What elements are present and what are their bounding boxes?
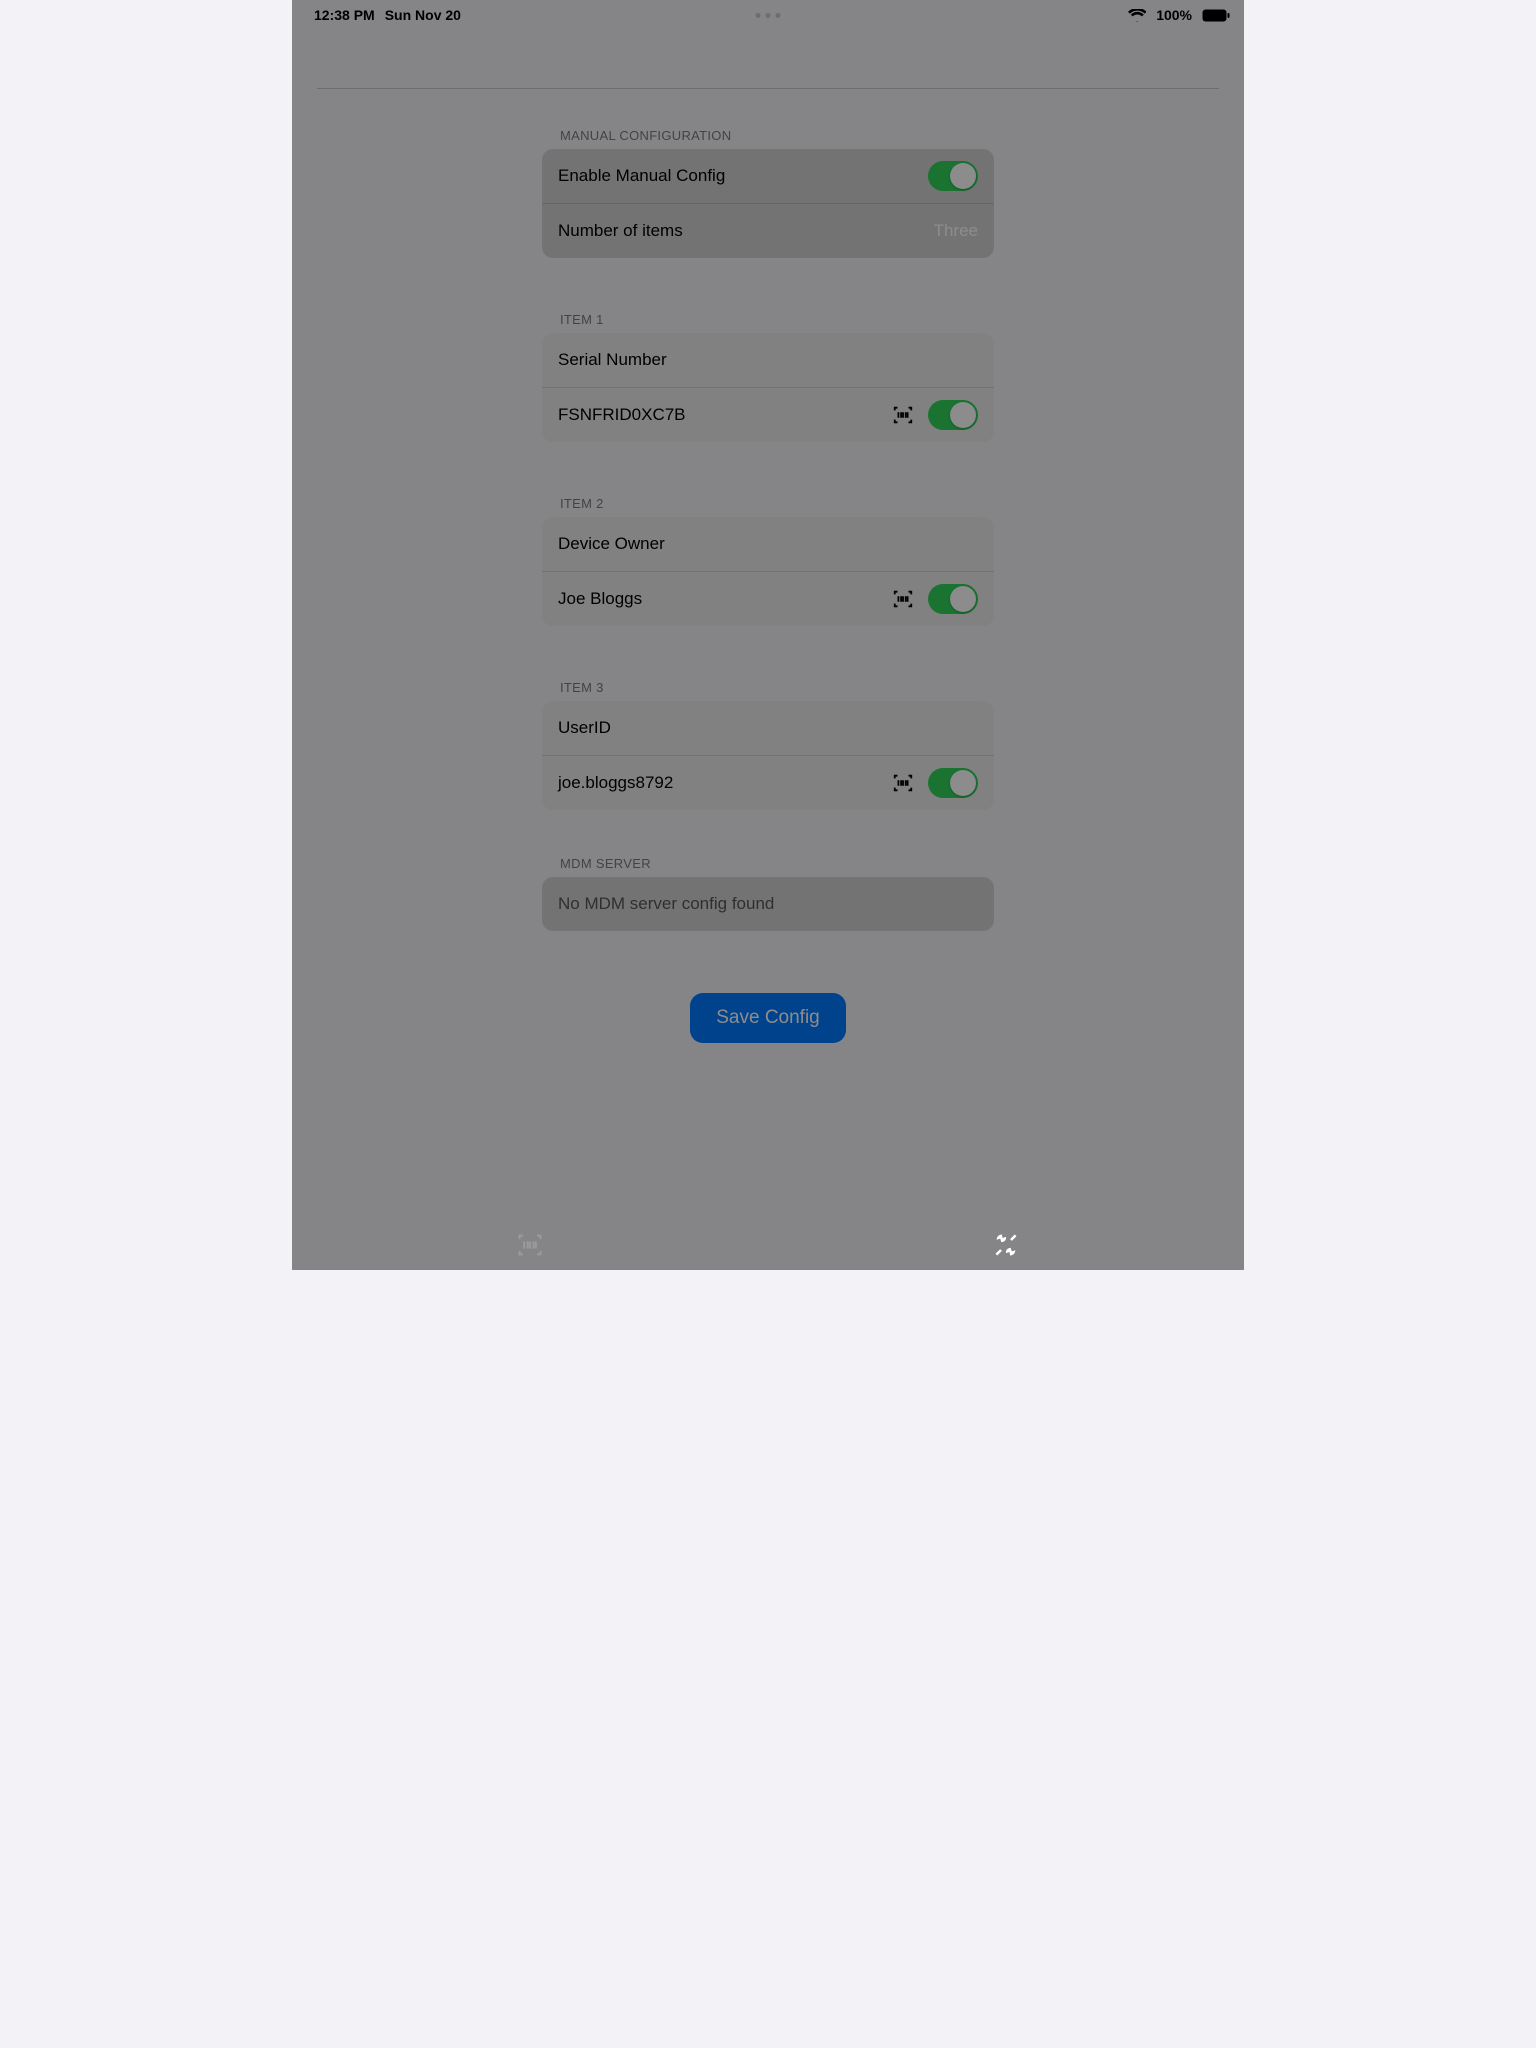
- enable-manual-label: Enable Manual Config: [558, 166, 725, 186]
- scan-barcode-icon[interactable]: [892, 772, 914, 794]
- section-mdm: MDM SERVER No MDM server config found: [542, 850, 994, 931]
- tab-scan[interactable]: [292, 1220, 768, 1270]
- tab-settings[interactable]: [768, 1220, 1244, 1270]
- item1-toggle[interactable]: [928, 400, 978, 430]
- row-item1-title[interactable]: Serial Number: [542, 333, 994, 387]
- section-header-mdm: MDM SERVER: [542, 850, 994, 877]
- status-bar: 12:38 PM Sun Nov 20 100%: [292, 0, 1244, 26]
- tab-bar: [292, 1220, 1244, 1270]
- battery-icon: [1202, 9, 1230, 22]
- section-manual-config: MANUAL CONFIGURATION Enable Manual Confi…: [542, 122, 994, 258]
- section-item-3: ITEM 3 UserID joe.bloggs8792: [542, 674, 994, 810]
- row-item1-value[interactable]: FSNFRID0XC7B: [542, 387, 994, 442]
- item3-value: joe.bloggs8792: [558, 773, 673, 793]
- items-count-value: Three: [934, 221, 978, 241]
- row-enable-manual[interactable]: Enable Manual Config: [542, 149, 994, 203]
- item2-value: Joe Bloggs: [558, 589, 642, 609]
- save-config-button[interactable]: Save Config: [690, 993, 846, 1043]
- wifi-icon: [1128, 9, 1147, 22]
- enable-manual-toggle[interactable]: [928, 161, 978, 191]
- item1-value: FSNFRID0XC7B: [558, 405, 686, 425]
- row-item2-value[interactable]: Joe Bloggs: [542, 571, 994, 626]
- section-header-item2: ITEM 2: [542, 490, 994, 517]
- scan-barcode-icon[interactable]: [892, 588, 914, 610]
- items-count-label: Number of items: [558, 221, 683, 241]
- item3-title: UserID: [558, 718, 611, 738]
- section-header-item1: ITEM 1: [542, 306, 994, 333]
- row-item2-title[interactable]: Device Owner: [542, 517, 994, 571]
- row-mdm-status: No MDM server config found: [542, 877, 994, 931]
- item2-title: Device Owner: [558, 534, 665, 554]
- row-item3-value[interactable]: joe.bloggs8792: [542, 755, 994, 810]
- section-header-item3: ITEM 3: [542, 674, 994, 701]
- row-number-of-items[interactable]: Number of items Three: [542, 203, 994, 258]
- item3-toggle[interactable]: [928, 768, 978, 798]
- section-item-1: ITEM 1 Serial Number FSNFRID0XC7B: [542, 306, 994, 442]
- section-item-2: ITEM 2 Device Owner Joe Bloggs: [542, 490, 994, 626]
- row-item3-title[interactable]: UserID: [542, 701, 994, 755]
- item2-toggle[interactable]: [928, 584, 978, 614]
- handoff-dots-icon: [756, 13, 781, 18]
- item1-title: Serial Number: [558, 350, 667, 370]
- scan-barcode-icon[interactable]: [892, 404, 914, 426]
- top-divider: [317, 88, 1219, 89]
- section-header-manual: MANUAL CONFIGURATION: [542, 122, 994, 149]
- mdm-status-text: No MDM server config found: [558, 894, 774, 914]
- status-time: 12:38 PM: [314, 7, 375, 23]
- status-date: Sun Nov 20: [385, 7, 461, 23]
- battery-percent: 100%: [1156, 7, 1192, 23]
